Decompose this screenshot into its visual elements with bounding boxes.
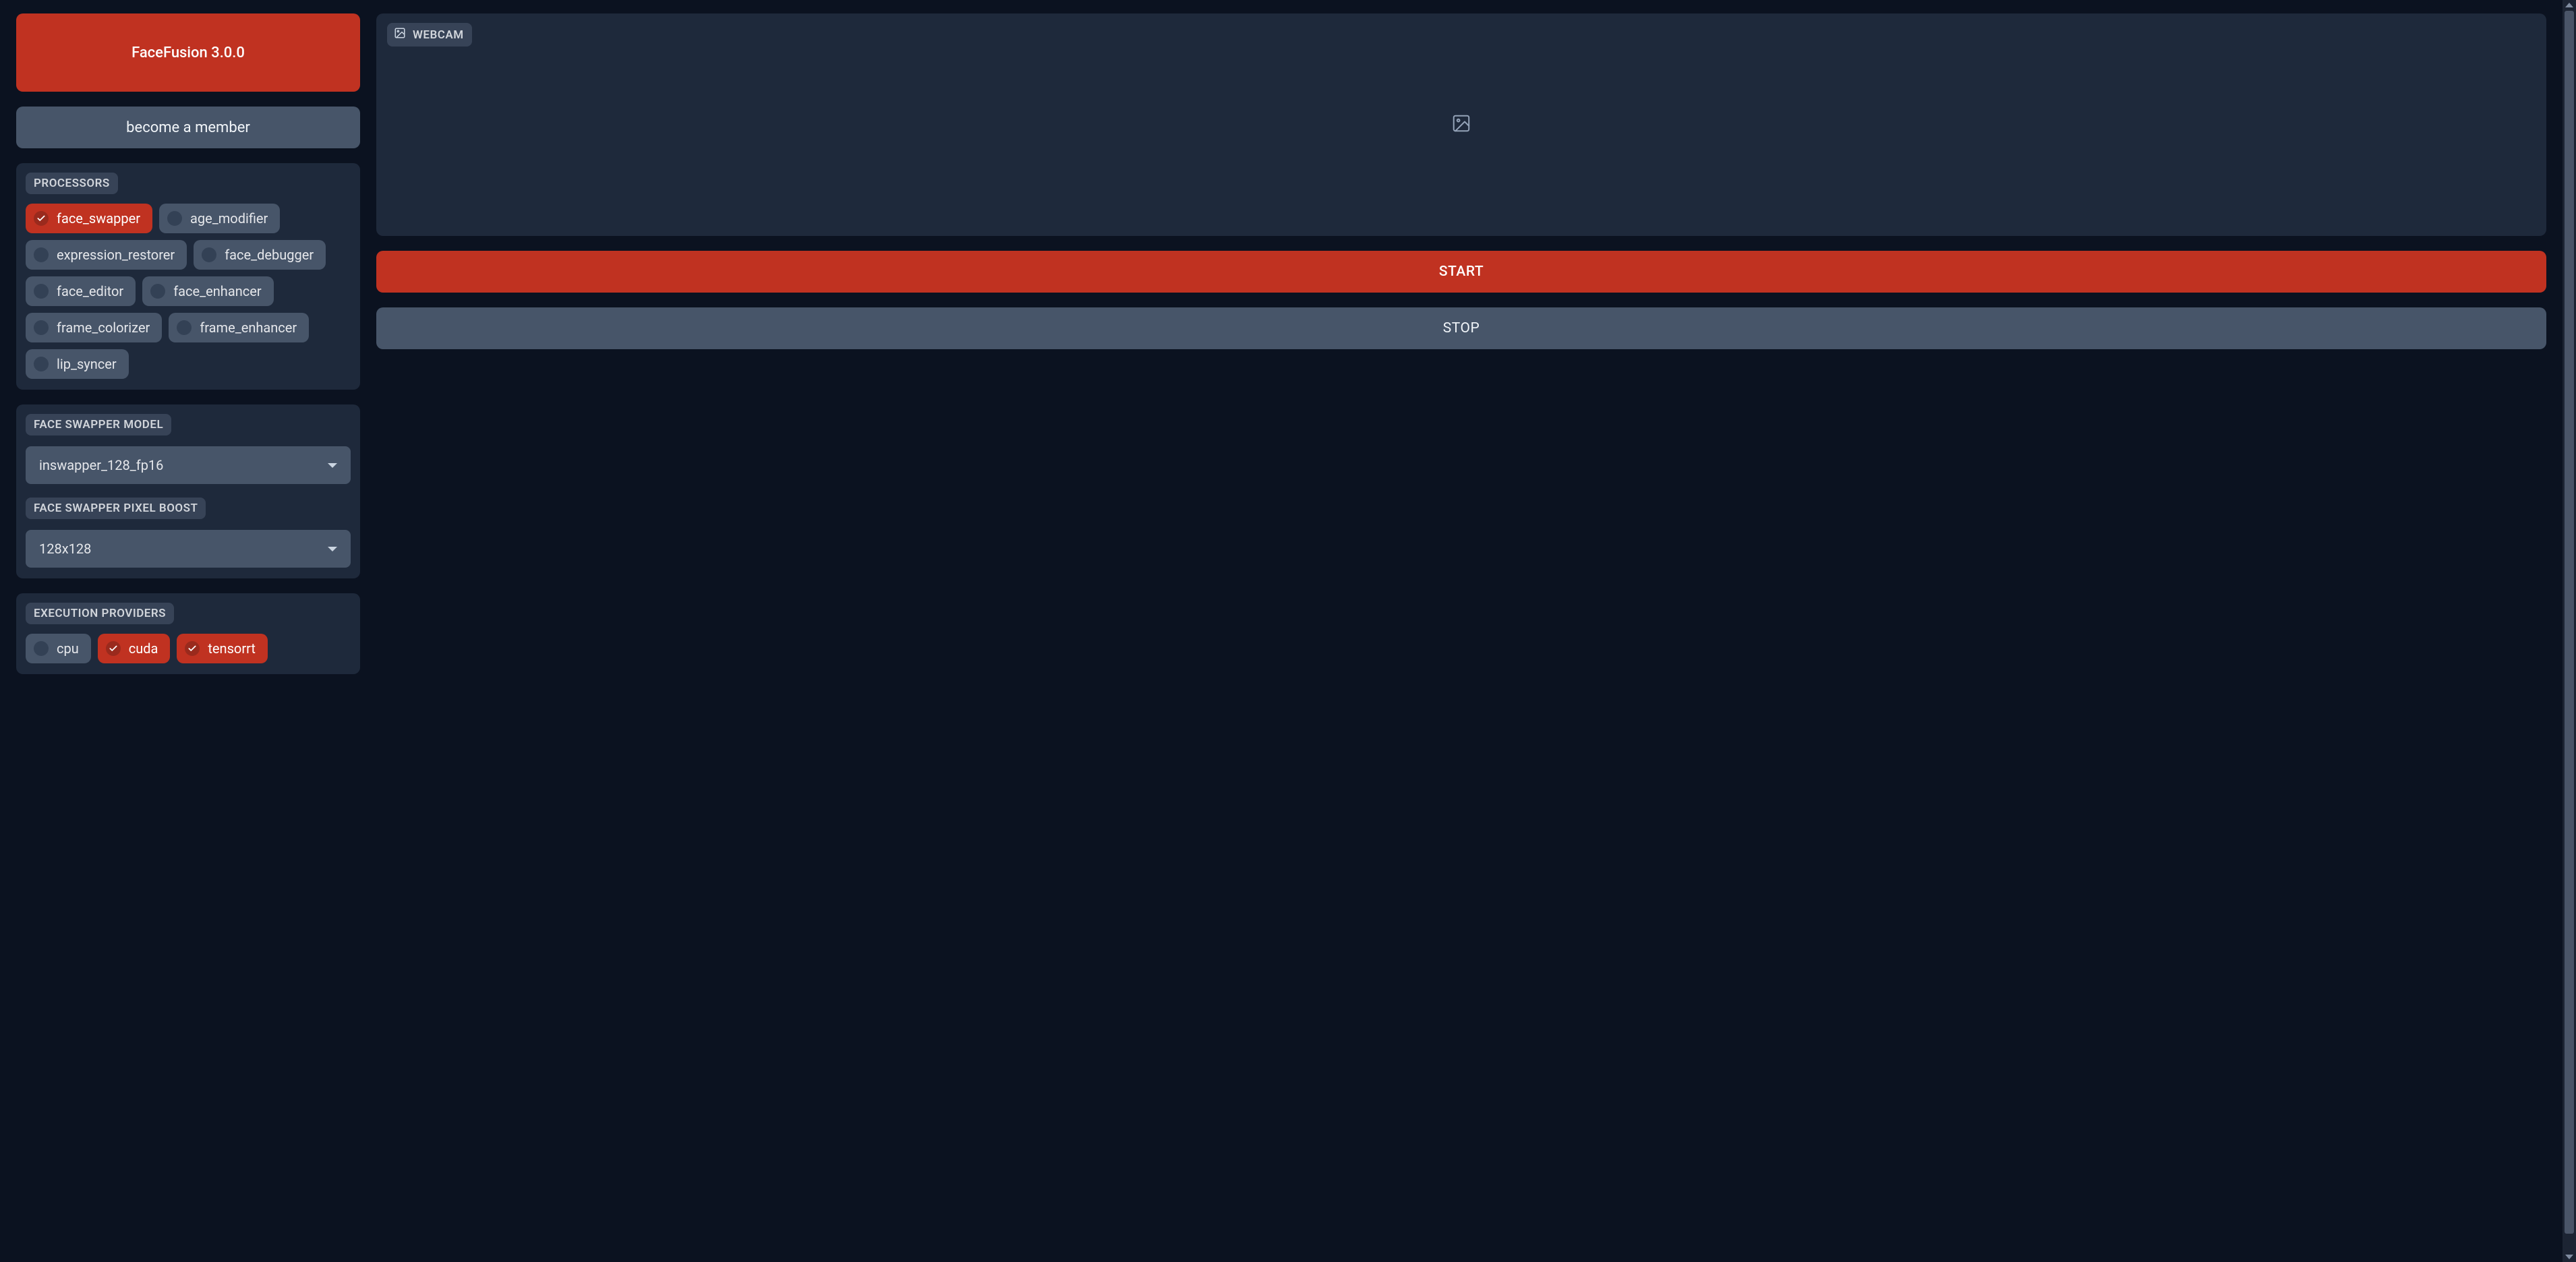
- chip-label: age_modifier: [190, 210, 268, 227]
- unchecked-dot-icon: [34, 641, 49, 656]
- sidebar: FaceFusion 3.0.0 become a member PROCESS…: [16, 13, 360, 1249]
- execution-chip-cuda[interactable]: cuda: [98, 634, 171, 663]
- chip-label: face_enhancer: [173, 283, 261, 299]
- unchecked-dot-icon: [150, 284, 165, 299]
- pixel-boost-value: 128x128: [39, 541, 91, 557]
- chip-label: tensorrt: [208, 640, 256, 657]
- unchecked-dot-icon: [202, 247, 216, 262]
- unchecked-dot-icon: [34, 357, 49, 371]
- processors-chip-group: face_swapper age_modifier expression_resto…: [26, 204, 351, 379]
- swapper-model-label: FACE SWAPPER MODEL: [26, 414, 171, 435]
- chip-label: lip_syncer: [57, 356, 117, 372]
- start-button[interactable]: START: [376, 251, 2546, 293]
- chip-label: face_editor: [57, 283, 123, 299]
- scroll-down-icon[interactable]: [2565, 1255, 2573, 1259]
- processors-panel: PROCESSORS face_swapper age_modifierexpre…: [16, 163, 360, 390]
- stop-button[interactable]: STOP: [376, 307, 2546, 349]
- processor-chip-frame_colorizer[interactable]: frame_colorizer: [26, 313, 162, 342]
- chip-label: frame_enhancer: [200, 320, 297, 336]
- chip-label: cpu: [57, 640, 79, 657]
- chevron-down-icon: [328, 463, 337, 468]
- unchecked-dot-icon: [177, 320, 192, 335]
- processor-chip-face_enhancer[interactable]: face_enhancer: [142, 276, 273, 306]
- app-title-banner: FaceFusion 3.0.0: [16, 13, 360, 92]
- processor-chip-face_editor[interactable]: face_editor: [26, 276, 136, 306]
- processor-chip-age_modifier[interactable]: age_modifier: [159, 204, 280, 233]
- chip-label: expression_restorer: [57, 247, 175, 263]
- pixel-boost-label: FACE SWAPPER PIXEL BOOST: [26, 498, 206, 519]
- execution-chip-cpu[interactable]: cpu: [26, 634, 91, 663]
- unchecked-dot-icon: [34, 247, 49, 262]
- pixel-boost-select[interactable]: 128x128: [26, 530, 351, 568]
- webcam-preview: WEBCAM: [376, 13, 2546, 236]
- processor-chip-lip_syncer[interactable]: lip_syncer: [26, 349, 129, 379]
- main-area: WEBCAM START STOP: [376, 13, 2546, 1249]
- become-member-button[interactable]: become a member: [16, 107, 360, 148]
- become-member-label: become a member: [126, 119, 250, 136]
- scroll-up-icon[interactable]: [2565, 3, 2573, 7]
- unchecked-dot-icon: [34, 284, 49, 299]
- processor-chip-face_swapper[interactable]: face_swapper: [26, 204, 152, 233]
- scrollbar-thumb[interactable]: [2565, 11, 2574, 1234]
- check-icon: [185, 641, 200, 656]
- execution-chip-tensorrt[interactable]: tensorrt: [177, 634, 268, 663]
- start-label: START: [1439, 264, 1484, 280]
- execution-chip-group: cpu cuda tensorrt: [26, 634, 351, 663]
- swapper-model-value: inswapper_128_fp16: [39, 457, 163, 473]
- image-icon: [394, 27, 406, 42]
- chevron-down-icon: [328, 547, 337, 551]
- chip-label: face_debugger: [225, 247, 314, 263]
- webcam-tag: WEBCAM: [387, 23, 472, 47]
- chip-label: frame_colorizer: [57, 320, 150, 336]
- swapper-settings-panel: FACE SWAPPER MODEL inswapper_128_fp16 FA…: [16, 404, 360, 578]
- scrollbar[interactable]: [2563, 0, 2576, 1262]
- execution-providers-label: EXECUTION PROVIDERS: [26, 603, 174, 624]
- execution-providers-panel: EXECUTION PROVIDERS cpu cuda tensorrt: [16, 593, 360, 674]
- processor-chip-frame_enhancer[interactable]: frame_enhancer: [169, 313, 309, 342]
- image-placeholder-icon: [1451, 113, 1471, 136]
- check-icon: [34, 211, 49, 226]
- processors-label: PROCESSORS: [26, 173, 118, 194]
- unchecked-dot-icon: [34, 320, 49, 335]
- stop-label: STOP: [1443, 320, 1480, 336]
- webcam-label: WEBCAM: [413, 28, 464, 42]
- unchecked-dot-icon: [167, 211, 182, 226]
- processor-chip-expression_restorer[interactable]: expression_restorer: [26, 240, 187, 270]
- chip-label: cuda: [129, 640, 158, 657]
- check-icon: [106, 641, 121, 656]
- app-title: FaceFusion 3.0.0: [131, 44, 245, 61]
- swapper-model-select[interactable]: inswapper_128_fp16: [26, 446, 351, 484]
- processor-chip-face_debugger[interactable]: face_debugger: [194, 240, 326, 270]
- chip-label: face_swapper: [57, 210, 140, 227]
